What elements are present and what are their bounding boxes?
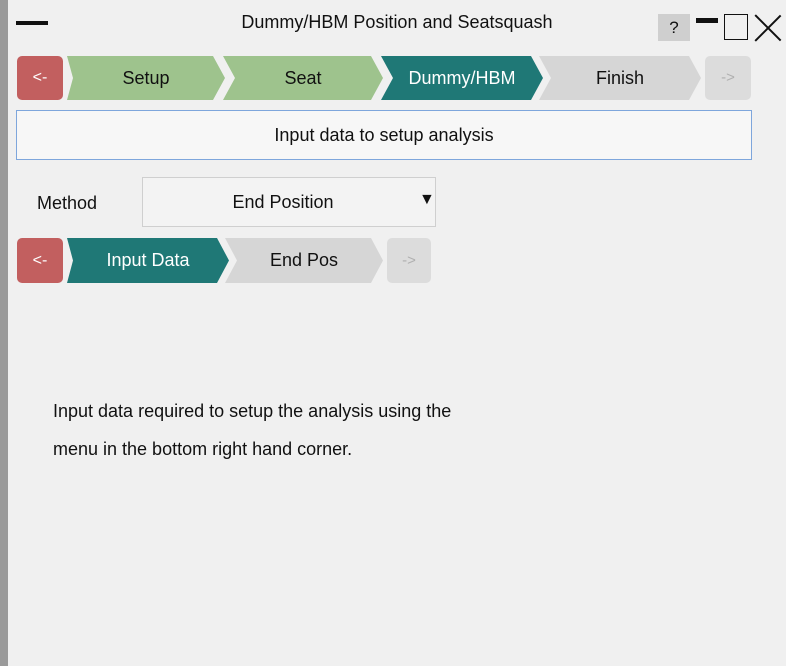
wizard-step-seat[interactable]: Seat	[223, 56, 383, 100]
wizard-step-dummy-hbm[interactable]: Dummy/HBM	[381, 56, 543, 100]
wizard-next-button[interactable]: ->	[705, 56, 751, 100]
info-banner: Input data to setup analysis	[16, 110, 752, 160]
help-text-line-1: Input data required to setup the analysi…	[53, 401, 452, 421]
sub-wizard-next-button[interactable]: ->	[387, 238, 431, 283]
method-label: Method	[37, 193, 98, 213]
help-text: Input data required to setup the analysi…	[53, 392, 613, 468]
wizard-step-finish[interactable]: Finish	[539, 56, 701, 100]
method-selected-value: End Position	[232, 192, 334, 212]
help-button[interactable]: ?	[658, 14, 690, 41]
wizard-back-button[interactable]: <-	[17, 56, 63, 100]
minimize-icon[interactable]	[696, 18, 718, 23]
sub-wizard-back-button[interactable]: <-	[17, 238, 63, 283]
dropdown-caret-icon: ▼	[419, 191, 435, 208]
close-icon[interactable]	[754, 14, 782, 42]
method-select[interactable]: End Position ▼	[142, 177, 436, 227]
window-left-edge	[0, 0, 8, 666]
sub-wizard-step-input-data[interactable]: Input Data	[67, 238, 229, 283]
help-text-line-2: menu in the bottom right hand corner.	[53, 439, 353, 459]
wizard-step-setup[interactable]: Setup	[67, 56, 225, 100]
title-bar[interactable]: Dummy/HBM Position and Seatsquash ?	[8, 0, 786, 44]
maximize-icon[interactable]	[724, 14, 748, 40]
sub-wizard-step-end-pos[interactable]: End Pos	[225, 238, 383, 283]
